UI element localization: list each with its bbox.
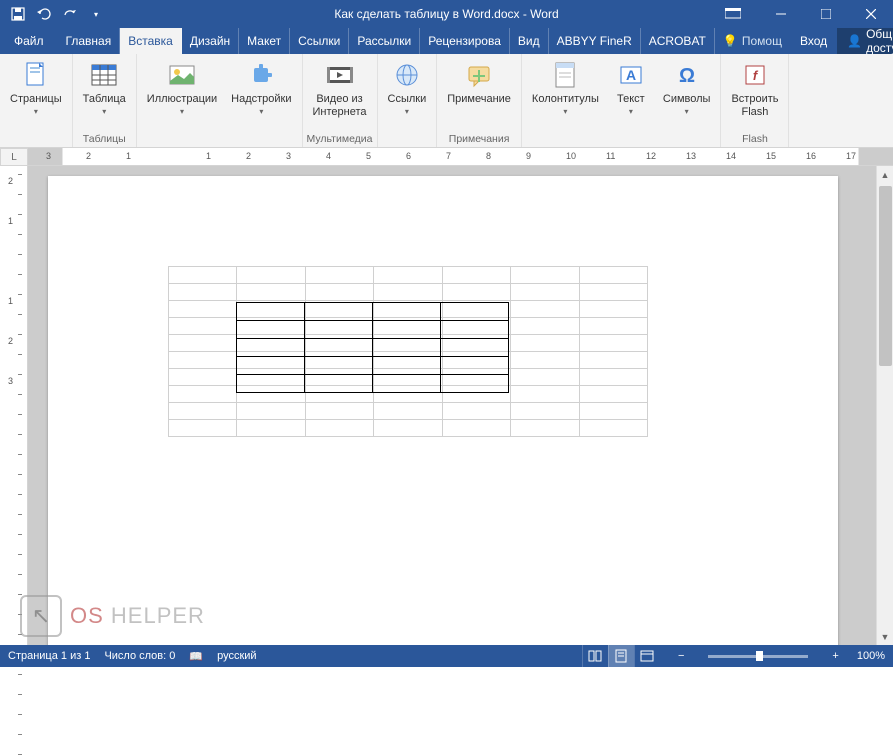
table-button[interactable]: Таблица ▾	[77, 56, 132, 119]
horizontal-ruler[interactable]: 3211234567891011121314151617	[28, 148, 893, 166]
tab-view[interactable]: Вид	[510, 28, 549, 54]
ribbon-group-flash: f Встроить Flash Flash	[721, 54, 789, 147]
ribbon-group-comments: Примечание Примечания	[437, 54, 522, 147]
read-mode-button[interactable]	[582, 645, 608, 667]
ribbon-group-media: Видео из Интернета Мультимедиа	[303, 54, 378, 147]
vertical-ruler[interactable]: 21123	[0, 166, 28, 645]
tab-acrobat[interactable]: ACROBAT	[641, 28, 715, 54]
chevron-down-icon: ▾	[685, 107, 689, 116]
zoom-thumb[interactable]	[756, 651, 763, 661]
language-indicator[interactable]: русский	[217, 650, 256, 662]
tab-home[interactable]: Главная	[58, 28, 121, 54]
chevron-down-icon: ▾	[259, 107, 263, 116]
document-scroll-area[interactable]	[28, 166, 876, 645]
comment-icon	[463, 59, 495, 91]
zoom-out-button[interactable]: −	[674, 650, 688, 662]
person-icon: 👤	[847, 34, 862, 48]
word-count[interactable]: Число слов: 0	[104, 650, 175, 662]
ribbon-group-links: Ссылки ▾	[378, 54, 438, 147]
flash-icon: f	[739, 59, 771, 91]
embed-flash-button[interactable]: f Встроить Flash	[725, 56, 784, 122]
ribbon-tabs: Файл Главная Вставка Дизайн Макет Ссылки…	[0, 28, 893, 54]
textbox-icon: A	[615, 59, 647, 91]
chevron-down-icon: ▾	[629, 107, 633, 116]
tab-abbyy[interactable]: ABBYY FineR	[549, 28, 641, 54]
maximize-button[interactable]	[803, 0, 848, 28]
chevron-down-icon: ▾	[102, 107, 106, 116]
tab-review[interactable]: Рецензирова	[420, 28, 510, 54]
signin-button[interactable]: Вход	[790, 28, 837, 54]
spellcheck-icon[interactable]: 📖	[189, 650, 203, 663]
window-controls	[758, 0, 893, 28]
close-button[interactable]	[848, 0, 893, 28]
illustrations-button[interactable]: Иллюстрации ▾	[141, 56, 223, 119]
links-button[interactable]: Ссылки ▾	[382, 56, 433, 119]
tab-insert[interactable]: Вставка	[120, 28, 182, 54]
ribbon-group-headerfooter-text-symbols: Колонтитулы ▾ A Текст ▾ Ω Символы ▾	[522, 54, 722, 147]
online-video-button[interactable]: Видео из Интернета	[307, 56, 373, 122]
svg-text:Ω: Ω	[679, 65, 695, 87]
redo-button[interactable]	[58, 2, 82, 26]
chevron-down-icon: ▾	[563, 107, 567, 116]
tab-references[interactable]: Ссылки	[290, 28, 349, 54]
ribbon-group-illustrations: Иллюстрации ▾ Надстройки ▾	[137, 54, 303, 147]
document-area: 21123 ▲ ▼	[0, 166, 893, 645]
header-footer-button[interactable]: Колонтитулы ▾	[526, 56, 605, 119]
vertical-scrollbar[interactable]: ▲ ▼	[876, 166, 893, 645]
tab-mailings[interactable]: Рассылки	[349, 28, 420, 54]
svg-text:A: A	[626, 67, 636, 83]
zoom-slider[interactable]	[708, 655, 808, 658]
web-layout-button[interactable]	[634, 645, 660, 667]
document-page[interactable]	[48, 176, 838, 645]
tell-me-search[interactable]: 💡Помощ	[715, 28, 790, 54]
tab-stop-selector[interactable]: L	[0, 148, 28, 166]
status-bar: Страница 1 из 1 Число слов: 0 📖 русский …	[0, 645, 893, 667]
table-icon	[88, 59, 120, 91]
lightbulb-icon: 💡	[723, 34, 738, 48]
scroll-up-button[interactable]: ▲	[877, 166, 893, 183]
link-icon	[391, 59, 423, 91]
scroll-thumb[interactable]	[879, 186, 892, 366]
chevron-down-icon: ▾	[180, 107, 184, 116]
addins-icon	[245, 59, 277, 91]
view-buttons	[582, 645, 660, 667]
addins-button[interactable]: Надстройки ▾	[225, 56, 297, 119]
quick-access-toolbar: ▾	[0, 2, 108, 26]
scroll-down-button[interactable]: ▼	[877, 628, 893, 645]
ribbon: Страницы ▾ Таблица ▾ Таблицы Иллюстрации…	[0, 54, 893, 148]
tab-design[interactable]: Дизайн	[182, 28, 239, 54]
share-button[interactable]: 👤Общий доступ	[837, 28, 893, 54]
symbol-icon: Ω	[671, 59, 703, 91]
ribbon-group-tables: Таблица ▾ Таблицы	[73, 54, 137, 147]
minimize-button[interactable]	[758, 0, 803, 28]
pictures-icon	[166, 59, 198, 91]
pages-button[interactable]: Страницы ▾	[4, 56, 68, 119]
pages-icon	[20, 59, 52, 91]
page-indicator[interactable]: Страница 1 из 1	[8, 650, 90, 662]
dark-table[interactable]	[236, 302, 509, 393]
save-button[interactable]	[6, 2, 30, 26]
title-bar: ▾ Как сделать таблицу в Word.docx - Word	[0, 0, 893, 28]
tab-file[interactable]: Файл	[0, 28, 58, 54]
video-icon	[324, 59, 356, 91]
print-layout-button[interactable]	[608, 645, 634, 667]
symbols-button[interactable]: Ω Символы ▾	[657, 56, 717, 119]
text-button[interactable]: A Текст ▾	[607, 56, 655, 119]
qat-customize-button[interactable]: ▾	[84, 2, 108, 26]
chevron-down-icon: ▾	[34, 107, 38, 116]
comment-button[interactable]: Примечание	[441, 56, 517, 109]
zoom-in-button[interactable]: +	[828, 650, 842, 662]
ribbon-group-pages: Страницы ▾	[0, 54, 73, 147]
ribbon-options-button[interactable]	[713, 0, 753, 28]
zoom-level[interactable]: 100%	[857, 650, 885, 662]
header-footer-icon	[549, 59, 581, 91]
undo-button[interactable]	[32, 2, 56, 26]
chevron-down-icon: ▾	[405, 107, 409, 116]
tab-layout[interactable]: Макет	[239, 28, 290, 54]
window-title: Как сделать таблицу в Word.docx - Word	[334, 7, 558, 21]
